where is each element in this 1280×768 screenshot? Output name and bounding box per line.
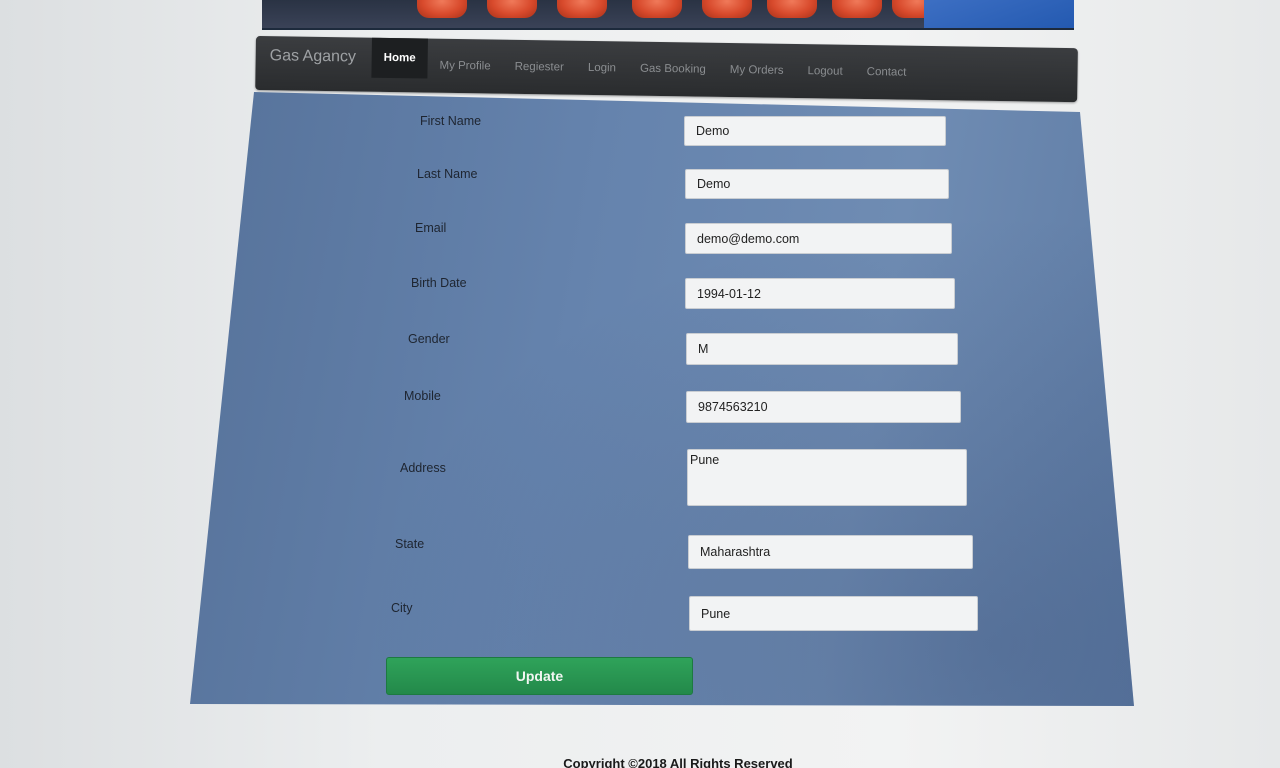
mobile-input[interactable]: 9874563210: [686, 391, 961, 423]
last-name-input[interactable]: Demo: [685, 169, 949, 199]
profile-form-panel: [190, 92, 1134, 706]
last-name-value: Demo: [697, 177, 731, 191]
nav-item-home[interactable]: Home: [371, 37, 428, 79]
state-value: Maharashtra: [700, 545, 771, 559]
gas-cylinder-image: [832, 0, 882, 18]
first-name-value: Demo: [696, 124, 730, 138]
header-banner-image: [262, 0, 1074, 30]
city-label: City: [391, 601, 413, 615]
birth-date-label: Birth Date: [411, 276, 467, 290]
birth-date-value: 1994-01-12: [697, 286, 761, 301]
email-value: demo@demo.com: [697, 231, 800, 246]
nav-item-login[interactable]: Login: [576, 46, 629, 91]
navbar: Gas Agancy Home My Profile Regiester Log…: [255, 36, 1078, 103]
page: Gas Agancy Home My Profile Regiester Log…: [0, 0, 1280, 768]
footer-copyright: Copyright ©2018 All Rights Reserved: [563, 756, 793, 768]
city-value: Pune: [701, 606, 731, 621]
state-input[interactable]: Maharashtra: [688, 535, 973, 569]
email-input[interactable]: demo@demo.com: [685, 223, 952, 254]
gender-label: Gender: [408, 332, 450, 346]
address-textarea[interactable]: Pune: [687, 449, 967, 506]
gas-cylinder-image: [767, 0, 817, 18]
last-name-label: Last Name: [417, 167, 478, 181]
first-name-label: First Name: [420, 114, 482, 128]
gas-cylinder-image: [632, 0, 682, 18]
nav-item-logout[interactable]: Logout: [795, 49, 855, 94]
nav-item-contact[interactable]: Contact: [854, 50, 918, 95]
email-label: Email: [415, 221, 447, 235]
mobile-label: Mobile: [404, 389, 441, 403]
gas-cylinder-image: [557, 0, 607, 18]
city-input[interactable]: Pune: [689, 596, 978, 631]
nav-item-my-profile[interactable]: My Profile: [427, 44, 503, 89]
nav-item-my-orders[interactable]: My Orders: [718, 48, 796, 93]
nav-item-gas-booking[interactable]: Gas Booking: [628, 47, 719, 92]
address-label: Address: [400, 461, 446, 475]
gas-cylinder-image: [417, 0, 467, 18]
nav-item-register[interactable]: Regiester: [502, 45, 576, 90]
nav-menu: Home My Profile Regiester Login Gas Book…: [371, 37, 919, 100]
banner-blue-region: [924, 0, 1074, 28]
first-name-input[interactable]: Demo: [684, 116, 946, 146]
gender-value: M: [698, 342, 709, 356]
state-label: State: [395, 537, 425, 551]
address-value: Pune: [690, 453, 720, 467]
mobile-value: 9874563210: [698, 400, 768, 414]
gas-cylinder-image: [487, 0, 537, 18]
brand-link[interactable]: Gas Agancy: [270, 47, 357, 66]
gender-input[interactable]: M: [686, 333, 958, 365]
gas-cylinder-image: [702, 0, 752, 18]
update-button[interactable]: Update: [386, 657, 693, 695]
birth-date-input[interactable]: 1994-01-12: [685, 278, 955, 309]
